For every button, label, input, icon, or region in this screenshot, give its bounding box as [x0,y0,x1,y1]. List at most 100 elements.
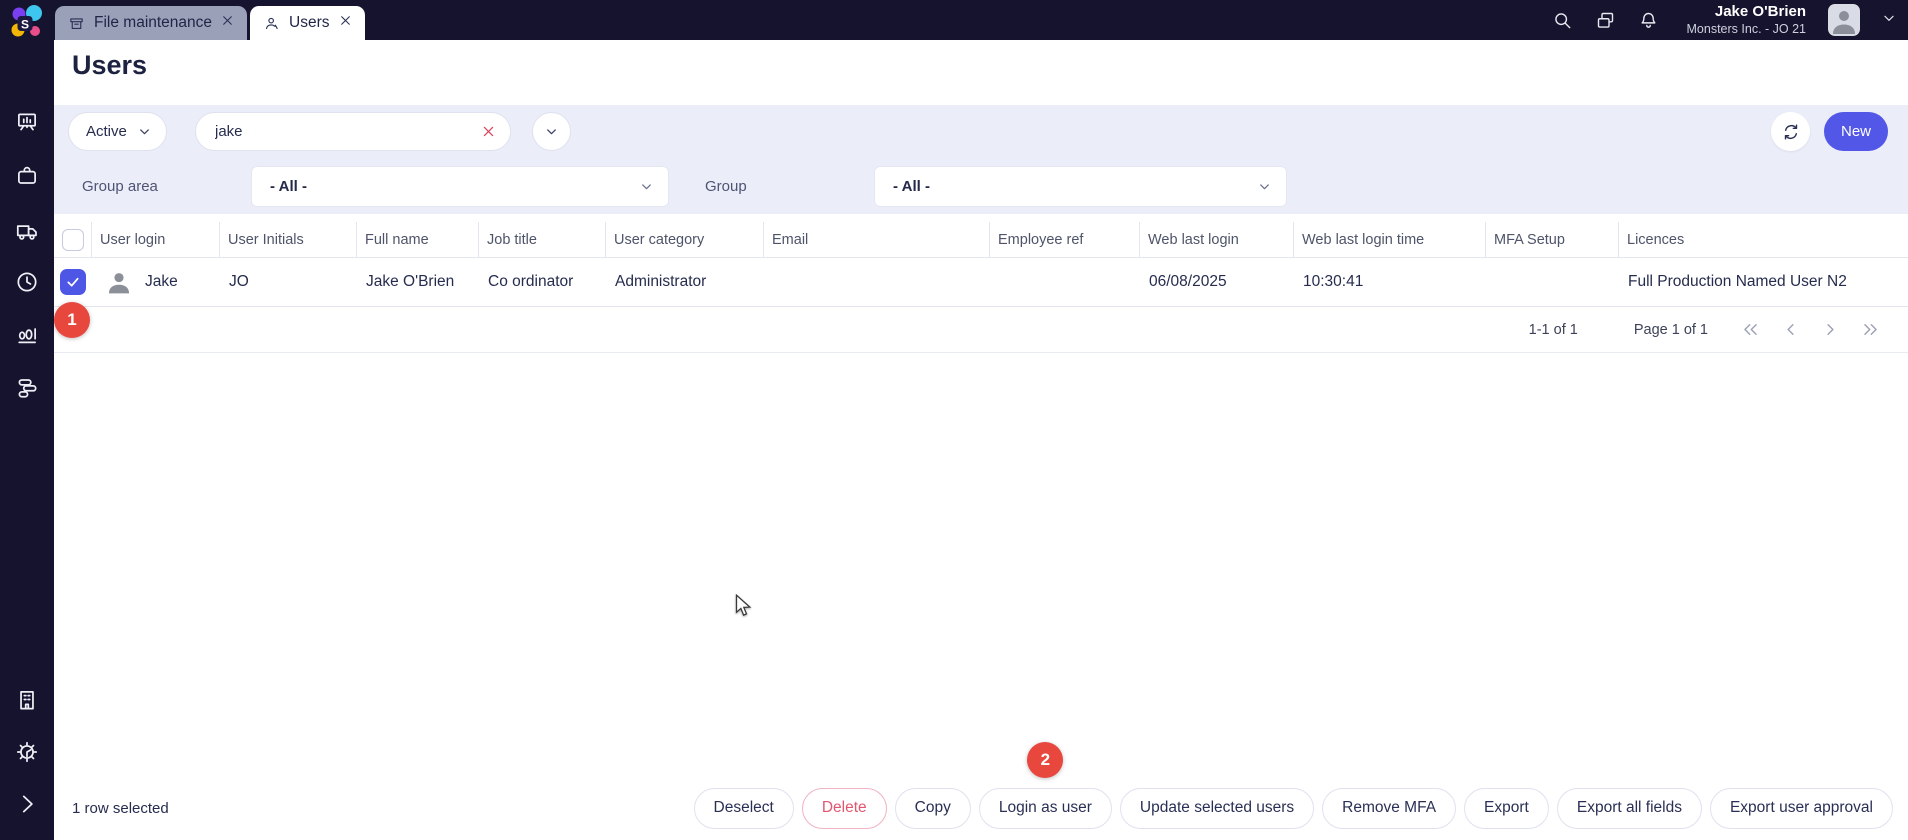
current-user[interactable]: Jake O'Brien Monsters Inc. - JO 21 [1687,3,1806,37]
windows-icon[interactable] [1595,10,1616,31]
refresh-button[interactable] [1771,112,1810,151]
column-header[interactable]: Job title [479,222,606,257]
first-page-button[interactable] [1730,320,1770,339]
export-button[interactable]: Export [1464,787,1549,829]
chevron-down-icon [1257,179,1272,194]
cell-mfa-setup [1486,258,1619,306]
close-tab-icon[interactable] [339,14,352,32]
notifications-bell-icon[interactable] [1638,10,1659,31]
briefcase-icon[interactable] [14,163,40,189]
topbar-actions: Jake O'Brien Monsters Inc. - JO 21 [1552,0,1896,40]
group-dropdown[interactable]: - All - [874,166,1287,207]
cell-full-name: Jake O'Brien [366,273,455,290]
select-all-checkbox[interactable] [54,222,92,257]
sidebar: S [0,0,54,840]
tab-label: Users [289,14,330,31]
archive-icon [70,17,83,29]
clear-search-icon[interactable] [481,124,496,139]
clock-icon[interactable] [14,269,40,295]
user-icon [266,17,278,29]
copy-button[interactable]: Copy [894,787,971,829]
filter-bar: Active New Group area - All - Group - Al… [54,105,1908,214]
close-tab-icon[interactable] [221,14,234,32]
next-page-button[interactable] [1810,320,1850,339]
table-row[interactable]: Jake JO Jake O'Brien Co ordinator Admini… [54,258,1908,307]
column-header[interactable]: Employee ref [990,222,1140,257]
settings-gear-icon[interactable] [14,739,40,765]
selection-count: 1 row selected [72,799,169,817]
column-header[interactable]: Licences [1619,222,1908,257]
advanced-search-toggle[interactable] [532,112,571,151]
avatar[interactable] [1828,4,1860,36]
delete-button[interactable]: Delete [801,787,887,829]
row-checkbox[interactable] [54,258,92,306]
expand-sidebar-icon[interactable] [14,791,40,817]
mouse-cursor [735,593,757,623]
group-area-value: - All - [270,178,307,195]
export-user-approval-button[interactable]: Export user approval [1709,787,1893,829]
company-building-icon[interactable] [14,687,40,713]
pagination-bar: 1-1 of 1 Page 1 of 1 [54,307,1908,353]
cell-user-login: Jake [145,273,178,290]
column-header[interactable]: User category [606,222,764,257]
login-as-user-button[interactable]: Login as user 2 [978,741,1112,829]
reports-icon[interactable] [14,322,40,348]
remove-mfa-button[interactable]: Remove MFA [1322,787,1457,829]
footer-buttons: Deselect Delete Copy Login as user 2 Upd… [693,741,1893,829]
tab-file-maintenance[interactable]: File maintenance [55,6,248,40]
column-header[interactable]: Web last login [1140,222,1294,257]
cell-user-initials: JO [229,273,249,290]
update-selected-users-button[interactable]: Update selected users [1119,787,1315,829]
search-input[interactable] [215,123,465,140]
pagination-range: 1-1 of 1 [1528,321,1578,338]
delivery-truck-icon[interactable] [14,218,40,244]
svg-text:S: S [21,18,29,32]
group-value: - All - [893,178,930,195]
search-box [195,112,511,151]
user-menu-chevron-icon[interactable] [1882,11,1896,30]
cell-licences: Full Production Named User N2 [1628,273,1847,290]
group-area-label: Group area [82,178,158,195]
column-header[interactable]: User login [92,222,220,257]
tab-users[interactable]: Users [250,6,365,40]
export-all-fields-button[interactable]: Export all fields [1556,787,1702,829]
status-filter-value: Active [86,123,127,140]
current-user-org: Monsters Inc. - JO 21 [1686,21,1806,36]
chevron-left-icon [1786,324,1794,335]
column-header[interactable]: Full name [357,222,479,257]
group-area-dropdown[interactable]: - All - [251,166,669,207]
login-as-user-label: Login as user [998,799,1092,816]
column-header[interactable]: Web last login time [1294,222,1486,257]
tab-bar: File maintenance Users [55,6,365,40]
cell-email [764,258,990,306]
double-chevron-right-icon [1863,324,1877,335]
refresh-icon [1784,123,1797,140]
group-label: Group [705,178,747,195]
cell-employee-ref [990,258,1140,306]
dashboard-icon[interactable] [14,109,40,135]
app-logo[interactable]: S [8,3,46,41]
chevron-down-icon [544,124,559,139]
cell-web-last-login-time: 10:30:41 [1303,273,1364,290]
last-page-button[interactable] [1850,320,1890,339]
chevron-down-icon [137,124,152,139]
new-button[interactable]: New [1824,112,1888,151]
cell-user-category: Administrator [615,273,707,290]
check-icon [67,277,79,287]
column-header[interactable]: User Initials [220,222,357,257]
cell-job-title: Co ordinator [488,273,574,290]
workflow-icon[interactable] [14,374,40,400]
column-header[interactable]: Email [764,222,990,257]
footer-action-bar: 1 row selected Deselect Delete Copy Logi… [54,741,1908,840]
status-filter-dropdown[interactable]: Active [68,112,167,151]
previous-page-button[interactable] [1770,320,1810,339]
cell-web-last-login: 06/08/2025 [1149,273,1227,290]
search-icon[interactable] [1552,10,1573,31]
user-login-cell: Jake [101,268,178,296]
table-header: User login User Initials Full name Job t… [54,222,1908,258]
pagination-page: Page 1 of 1 [1633,321,1708,338]
deselect-button[interactable]: Deselect [693,787,794,829]
double-chevron-left-icon [1743,324,1757,335]
chevron-down-icon [639,179,654,194]
column-header[interactable]: MFA Setup [1486,222,1619,257]
